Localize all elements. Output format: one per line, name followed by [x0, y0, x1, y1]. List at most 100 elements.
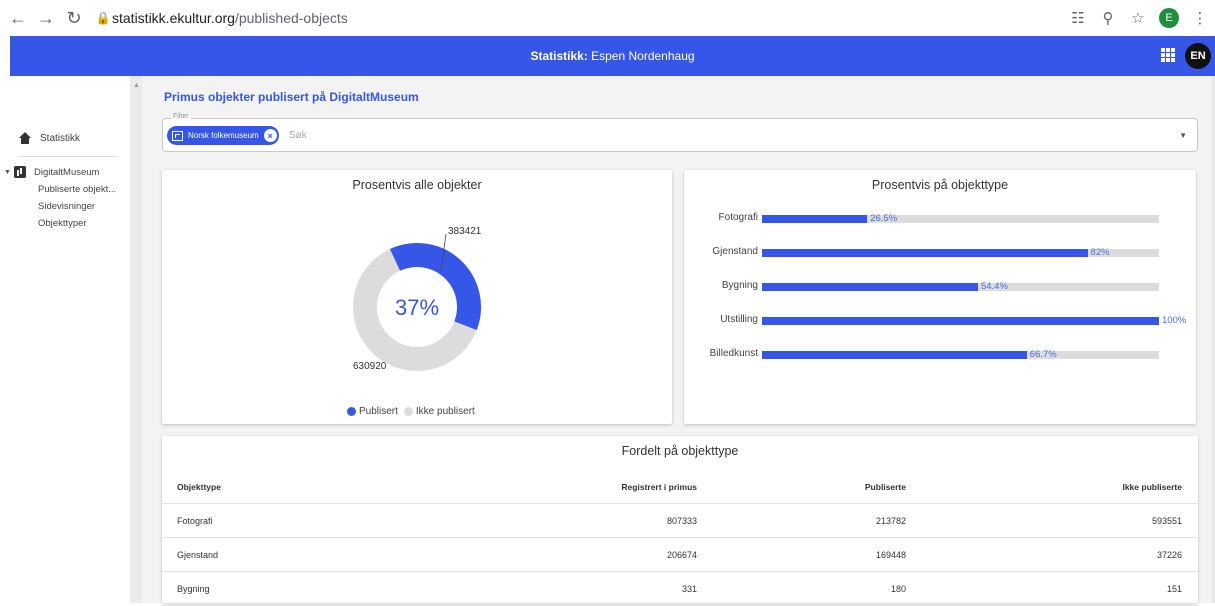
bar-fill[interactable]: [762, 215, 868, 223]
cell-publiserte: 169448: [875, 549, 906, 560]
table-card: Fordelt på objekttype Objekttype Registr…: [162, 436, 1198, 606]
bar-track: 82%: [762, 247, 1159, 258]
bar-value-label: 66.7%: [1029, 349, 1057, 360]
bar-category-label: Utstilling: [720, 314, 758, 325]
filter-field[interactable]: Filter Norsk folkemuseum × Søk ▼: [162, 113, 1198, 152]
bar-value-label: 82%: [1090, 247, 1110, 258]
table-header-row: Objekttype Registrert i primus Publisert…: [162, 470, 1198, 504]
cell-registrert: 206674: [666, 549, 697, 560]
pie-label-publisert: 383421: [448, 226, 482, 237]
cell-ikke-publiserte: 151: [1166, 583, 1182, 594]
table-row: Gjenstand 206674 169448 37226: [162, 538, 1198, 572]
main-content: Primus objekter publisert på DigitaltMus…: [142, 76, 1212, 606]
sidebar-item-objekttyper[interactable]: Objekttyper: [38, 217, 116, 230]
more-vert-icon[interactable]: ⋮: [1185, 9, 1215, 27]
app-header: Statistikk: Espen Nordenhaug EN: [10, 36, 1215, 76]
bar-category-label: Billedkunst: [709, 348, 758, 359]
bar-track: 66.7%: [762, 349, 1159, 360]
col-header-objekttype[interactable]: Objekttype: [162, 482, 562, 492]
cell-objekttype: Gjenstand: [177, 549, 219, 560]
legend-label: Publisert: [359, 406, 398, 417]
bar-fill[interactable]: [762, 249, 1088, 257]
back-arrow-icon[interactable]: ←: [4, 6, 32, 30]
bar-row: Gjenstand 82%: [684, 246, 1196, 260]
bar-category-label: Fotografi: [718, 212, 758, 223]
dropdown-arrow-icon[interactable]: ▼: [1179, 131, 1187, 140]
sidebar-item-publiserte[interactable]: Publiserte objekt...: [38, 183, 116, 196]
language-button[interactable]: EN: [1185, 43, 1211, 69]
bar-track: 26.5%: [762, 213, 1159, 224]
bookmark-star-icon[interactable]: ☆: [1123, 9, 1153, 27]
chip-label: Norsk folkemuseum: [188, 131, 259, 140]
cell-ikke-publiserte: 593551: [1151, 515, 1182, 526]
filter-label: Filter: [171, 113, 191, 120]
bar-row: Utstilling 100%: [684, 314, 1196, 328]
url-host: statistikk.ekultur.org: [112, 10, 235, 26]
cell-publiserte: 180: [890, 583, 906, 594]
bar-chart-title: Prosentvis på objekttype: [871, 178, 1009, 192]
museum-icon: [172, 130, 183, 141]
page-title: Primus objekter publisert på DigitaltMus…: [164, 90, 419, 104]
sidebar-group-digitaltmuseum: ▼ DigitaltMuseum Publiserte objekt... Si…: [4, 166, 116, 230]
bar-fill[interactable]: [762, 317, 1159, 325]
translate-icon[interactable]: ☷: [1063, 9, 1093, 27]
sidebar-scrollbar[interactable]: ▲: [130, 76, 142, 603]
cell-registrert: 331: [681, 583, 697, 594]
legend-item-publisert[interactable]: Publisert: [347, 406, 398, 417]
legend-dot: [347, 407, 356, 416]
address-bar[interactable]: 🔒 statistikk.ekultur.org/published-objec…: [94, 5, 974, 31]
sidebar-item-label: Statistikk: [40, 132, 81, 144]
table-title: Fordelt på objekttype: [621, 444, 739, 458]
legend-dot: [403, 407, 413, 416]
table-row: Fotografi 807333 213782 593551: [162, 504, 1198, 538]
lock-icon: 🔒: [95, 11, 111, 25]
chip-remove-icon[interactable]: ×: [263, 129, 277, 142]
profile-avatar[interactable]: E: [1159, 8, 1179, 28]
sidebar-divider: [18, 156, 118, 157]
browser-toolbar: ← → ↻ 🔒 statistikk.ekultur.org/published…: [0, 0, 1215, 36]
caret-down-icon: ▼: [4, 168, 11, 176]
reload-icon[interactable]: ↻: [60, 6, 88, 30]
home-icon: [18, 132, 32, 144]
app-title: Statistikk: Espen Nordenhaug: [530, 49, 695, 63]
bar-fill[interactable]: [762, 351, 1027, 359]
cell-publiserte: 213782: [875, 515, 906, 526]
bar-row: Fotografi 26.5%: [684, 212, 1196, 226]
sidebar: Statistikk ▼ DigitaltMuseum Publiserte o…: [0, 76, 130, 603]
bar-chart-card: Prosentvis på objekttype Fotografi 26.5% G…: [684, 170, 1196, 424]
bar-row: Bygning 54.4%: [684, 280, 1196, 294]
cell-registrert: 807333: [666, 515, 697, 526]
bar-fill[interactable]: [762, 283, 978, 291]
bar-row: Billedkunst 66.7%: [684, 348, 1196, 362]
cell-ikke-publiserte: 37226: [1156, 549, 1182, 560]
bar-chart-icon: [14, 166, 26, 178]
donut-chart: 37% 383421 630920: [353, 226, 482, 372]
bar-track: 100%: [762, 315, 1186, 326]
search-input[interactable]: Søk: [289, 130, 307, 141]
sidebar-item-sidevisninger[interactable]: Sidevisninger: [38, 200, 116, 213]
pie-label-ikke-publisert: 630920: [353, 361, 387, 372]
bar-category-label: Bygning: [721, 280, 758, 291]
bar-value-label: 100%: [1162, 315, 1187, 326]
sidebar-group-toggle[interactable]: ▼ DigitaltMuseum: [4, 166, 116, 178]
filter-chip[interactable]: Norsk folkemuseum ×: [167, 126, 279, 145]
pie-legend: Publisert Ikke publisert: [347, 406, 481, 417]
zoom-icon[interactable]: ⚲: [1093, 9, 1123, 27]
object-type-table: Objekttype Registrert i primus Publisert…: [162, 470, 1198, 606]
apps-grid-icon[interactable]: [1161, 48, 1175, 62]
sidebar-item-statistikk[interactable]: Statistikk: [18, 132, 80, 144]
bar-value-label: 54.4%: [980, 281, 1008, 292]
legend-item-ikke-publisert[interactable]: Ikke publisert: [403, 406, 475, 417]
sidebar-group-label: DigitaltMuseum: [34, 166, 100, 178]
bar-value-label: 26.5%: [870, 213, 898, 224]
pie-chart-card: Prosentvis alle objekter 37% 383421 630920…: [162, 170, 672, 424]
bar-category-label: Gjenstand: [712, 246, 758, 257]
pie-center-label: 37%: [395, 295, 439, 320]
forward-arrow-icon[interactable]: →: [32, 6, 60, 30]
legend-label: Ikke publisert: [415, 406, 475, 417]
col-header-publiserte[interactable]: Publiserte: [697, 482, 906, 492]
col-header-registrert[interactable]: Registrert i primus: [562, 482, 697, 492]
col-header-ikke-publiserte[interactable]: Ikke publiserte: [906, 482, 1182, 492]
scroll-up-icon[interactable]: ▲: [133, 82, 140, 89]
url-path: /published-objects: [234, 10, 348, 26]
